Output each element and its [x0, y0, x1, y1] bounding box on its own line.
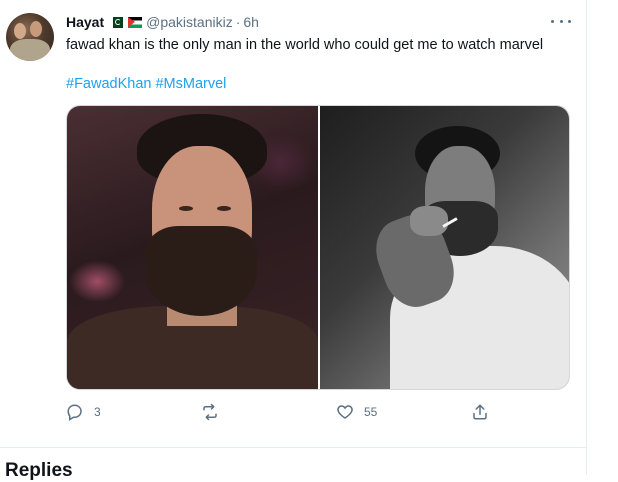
palestine-flag-icon	[128, 16, 143, 28]
heart-icon	[337, 405, 353, 419]
author-handle[interactable]: @pakistanikiz	[146, 14, 233, 30]
avatar[interactable]	[6, 13, 54, 61]
timestamp[interactable]: 6h	[243, 14, 259, 30]
tweet-text: fawad khan is the only man in the world …	[66, 37, 544, 53]
like-count: 55	[364, 405, 378, 419]
hashtag-link[interactable]: #MsMarvel	[155, 76, 226, 92]
section-divider	[0, 447, 586, 448]
hashtag-line: #FawadKhan #MsMarvel	[66, 74, 226, 94]
author-name[interactable]: Hayat	[66, 14, 104, 30]
pakistan-flag-icon	[109, 16, 124, 28]
share-button[interactable]	[471, 402, 499, 422]
photo-left[interactable]	[67, 106, 318, 389]
tweet-header: Hayat @pakistanikiz · 6h	[66, 13, 259, 31]
retweet-button[interactable]	[201, 402, 229, 422]
hashtag-link[interactable]: #FawadKhan	[66, 76, 151, 92]
reply-icon	[67, 404, 82, 421]
tweet[interactable]: Hayat @pakistanikiz · 6h fawad khan is t…	[0, 0, 586, 452]
media-grid	[66, 105, 570, 390]
share-icon	[473, 404, 487, 420]
column-divider	[586, 0, 587, 475]
photo-right[interactable]	[320, 106, 569, 389]
tweet-actions: 3 55	[66, 402, 496, 422]
more-options-icon[interactable]	[551, 13, 571, 29]
reply-count: 3	[94, 405, 101, 419]
separator-dot: ·	[235, 14, 241, 30]
retweet-icon	[203, 403, 217, 421]
replies-heading: Replies	[5, 460, 73, 481]
like-button[interactable]: 55	[336, 402, 377, 422]
reply-button[interactable]: 3	[66, 402, 101, 422]
